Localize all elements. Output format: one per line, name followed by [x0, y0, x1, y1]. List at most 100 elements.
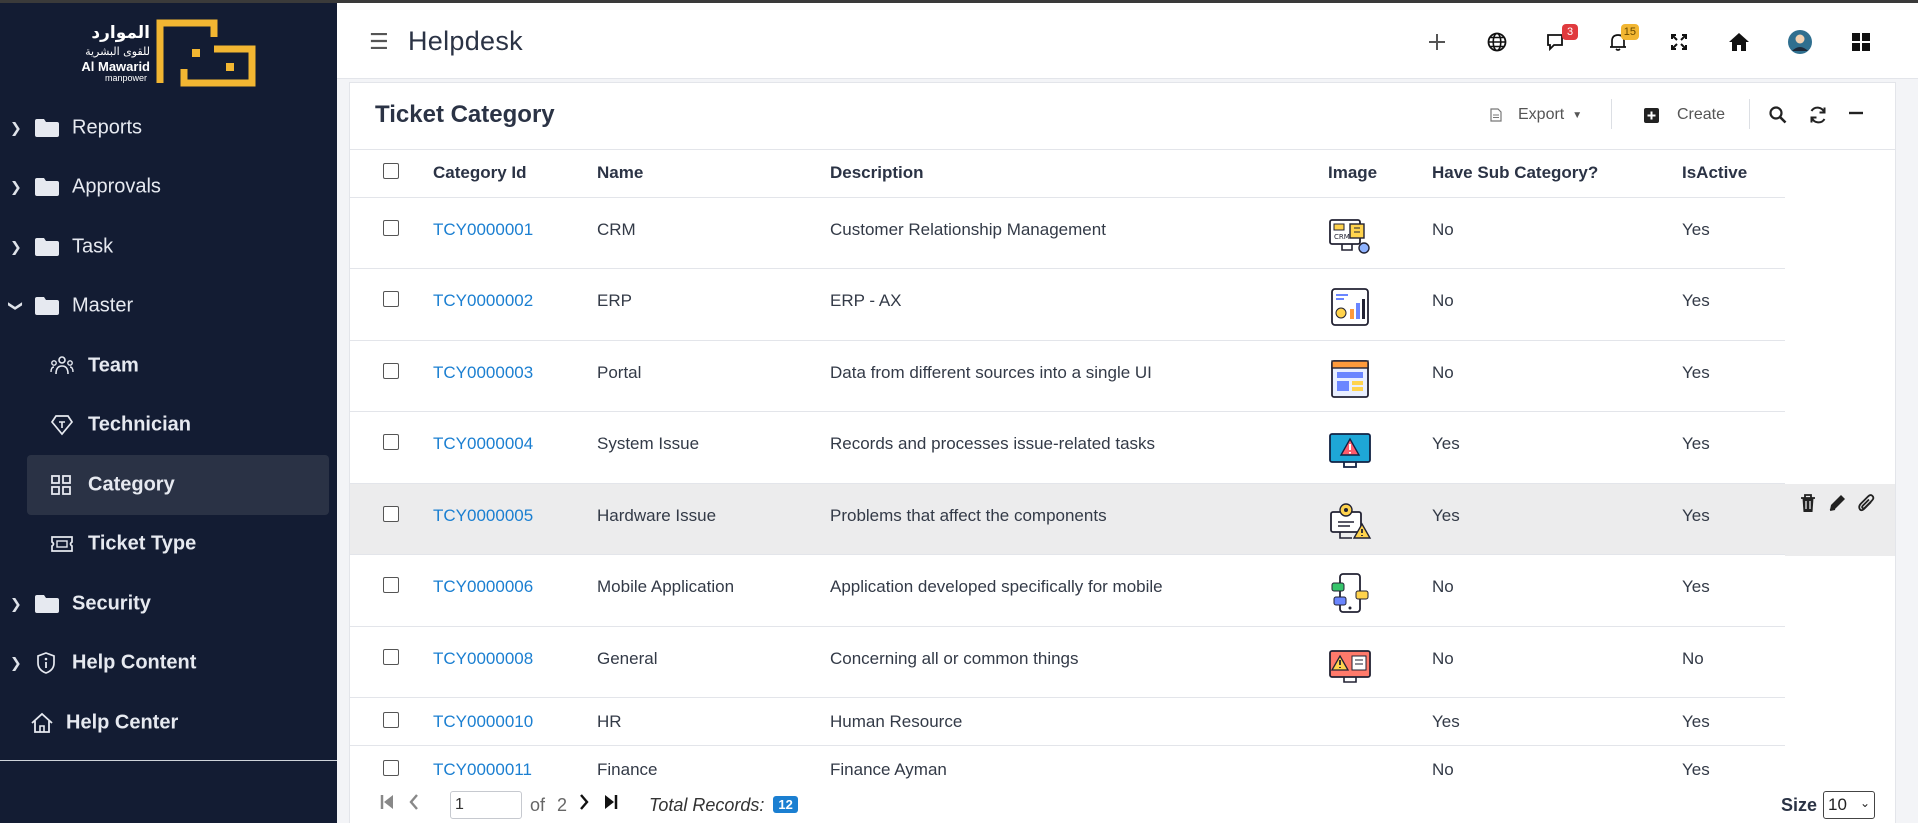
folder-icon [35, 178, 59, 197]
is-active-value: Yes [1682, 411, 1785, 484]
expand-icon[interactable] [1664, 27, 1694, 57]
is-active-value: No [1682, 626, 1785, 698]
table-row[interactable]: TCY0000003 Portal Data from different so… [350, 340, 1785, 412]
category-name: Finance [597, 759, 658, 779]
row-checkbox[interactable] [383, 648, 399, 665]
row-checkbox[interactable] [383, 219, 399, 236]
mobile-app-icon [1331, 573, 1369, 613]
apps-grid-icon[interactable] [1846, 27, 1876, 57]
table-row[interactable]: TCY0000010 HR Human Resource Yes Yes [350, 697, 1785, 746]
next-page-icon[interactable] [579, 794, 589, 815]
hamburger-menu-icon[interactable]: ☰ [369, 29, 389, 55]
has-subcategory-value: No [1432, 759, 1454, 779]
table-row[interactable]: TCY0000011 Finance Finance Ayman No Yes [350, 745, 1785, 793]
select-all-checkbox[interactable] [383, 163, 399, 180]
tag-icon [50, 415, 74, 436]
category-id-link[interactable]: TCY0000006 [433, 577, 533, 596]
top-header: ☰ Helpdesk 3 15 [337, 3, 1918, 79]
category-id-link[interactable]: TCY0000002 [433, 291, 533, 310]
row-checkbox[interactable] [383, 505, 399, 522]
page-size-select[interactable]: 10 ⌄ [1823, 791, 1875, 819]
sidebar-item-master[interactable]: ❯ Master [0, 277, 337, 337]
page-size-label: Size [1781, 795, 1818, 815]
total-records: Total Records: 12 [649, 795, 798, 816]
row-checkbox[interactable] [383, 434, 399, 450]
category-description: ERP - AX [830, 268, 1328, 341]
ticket-category-card: Ticket Category Export ▼ Create Category… [349, 82, 1896, 823]
category-name: General [597, 626, 830, 698]
column-header[interactable]: Image [1328, 150, 1432, 198]
table-row[interactable]: TCY0000005 Hardware Issue Problems that … [350, 483, 1785, 555]
sidebar-item-reports[interactable]: ❯ Reports [0, 98, 337, 158]
category-id-link[interactable]: TCY0000004 [433, 434, 533, 453]
home-icon[interactable] [1724, 27, 1754, 57]
chevron-right-icon: ❯ [10, 119, 22, 136]
caret-down-icon: ▼ [1572, 109, 1583, 121]
sidebar-item-help-center[interactable]: Help Center [0, 693, 337, 753]
sidebar-item-label: Reports [72, 116, 143, 139]
column-header[interactable]: Name [597, 150, 830, 198]
page-scrollbar[interactable] [1908, 82, 1918, 823]
paperclip-icon[interactable] [1857, 493, 1875, 513]
row-checkbox[interactable] [383, 712, 399, 728]
create-button[interactable]: Create [1644, 106, 1725, 124]
category-id-link[interactable]: TCY0000003 [433, 363, 533, 382]
category-id-link[interactable]: TCY0000005 [433, 506, 533, 525]
globe-icon[interactable] [1482, 27, 1512, 57]
bell-icon[interactable]: 15 [1603, 24, 1639, 57]
sidebar-item-technician[interactable]: Technician [0, 396, 337, 456]
sidebar-item-ticket-type[interactable]: Ticket Type [0, 515, 337, 575]
sidebar-item-security[interactable]: ❯ Security [0, 574, 337, 634]
category-id-link[interactable]: TCY0000008 [433, 649, 533, 668]
page-of-label: of [530, 795, 546, 815]
company-logo[interactable]: الموارد للقوى البشرية Al Mawarid manpowe… [70, 17, 260, 87]
total-pages: 2 [557, 795, 568, 815]
column-header[interactable]: IsActive [1682, 150, 1785, 198]
category-id-link[interactable]: TCY0000001 [433, 220, 533, 239]
prev-page-icon[interactable] [409, 794, 419, 815]
category-id-link[interactable]: TCY0000010 [433, 712, 533, 731]
table-row[interactable]: TCY0000008 General Concerning all or com… [350, 626, 1785, 698]
folder-icon [35, 118, 59, 137]
is-active-value: Yes [1682, 197, 1785, 269]
table-row[interactable]: TCY0000004 System Issue Records and proc… [350, 411, 1785, 484]
column-header[interactable]: Category Id [433, 150, 597, 198]
general-icon [1329, 649, 1371, 683]
is-active-value: Yes [1682, 554, 1785, 627]
category-id-link[interactable]: TCY0000011 [433, 760, 532, 779]
chevron-down-icon: ❯ [8, 300, 25, 313]
sidebar-item-task[interactable]: ❯ Task [0, 217, 337, 277]
row-checkbox[interactable] [383, 362, 399, 379]
avatar[interactable] [1785, 27, 1815, 57]
card-title: Ticket Category [375, 101, 555, 128]
sidebar-item-team[interactable]: Team [0, 336, 337, 396]
logo-arabic-line1: الموارد [91, 23, 150, 43]
category-description: Data from different sources into a singl… [830, 340, 1328, 412]
chat-icon[interactable]: 3 [1542, 24, 1578, 57]
refresh-icon[interactable] [1808, 106, 1828, 124]
plus-icon[interactable] [1422, 27, 1452, 57]
sidebar-item-category[interactable]: Category [27, 455, 329, 515]
category-name: System Issue [597, 411, 830, 484]
column-header[interactable]: Description [830, 150, 1328, 198]
edit-icon[interactable] [1827, 493, 1847, 513]
sidebar-item-label: Team [88, 354, 139, 377]
trash-icon[interactable] [1799, 493, 1817, 513]
row-checkbox[interactable] [383, 577, 399, 593]
first-page-icon[interactable] [380, 794, 394, 815]
search-icon[interactable] [1769, 106, 1787, 124]
table-row[interactable]: TCY0000006 Mobile Application Applicatio… [350, 554, 1785, 627]
sidebar-item-help-content[interactable]: ❯ Help Content [0, 634, 337, 694]
table-row[interactable]: TCY0000001 CRM Customer Relationship Man… [350, 197, 1785, 269]
last-page-icon[interactable] [604, 794, 618, 815]
column-header[interactable]: Have Sub Category? [1432, 150, 1682, 198]
category-description: Concerning all or common things [830, 626, 1328, 698]
category-description: Application developed specifically for m… [830, 554, 1328, 627]
row-checkbox[interactable] [383, 291, 399, 307]
table-row[interactable]: TCY0000002 ERP ERP - AX No Yes [350, 268, 1785, 341]
page-number-input[interactable]: 1 [450, 791, 522, 819]
minimize-icon[interactable] [1848, 106, 1864, 120]
export-button[interactable]: Export ▼ [1490, 106, 1582, 124]
row-checkbox[interactable] [383, 759, 399, 776]
sidebar-item-approvals[interactable]: ❯ Approvals [0, 158, 337, 218]
